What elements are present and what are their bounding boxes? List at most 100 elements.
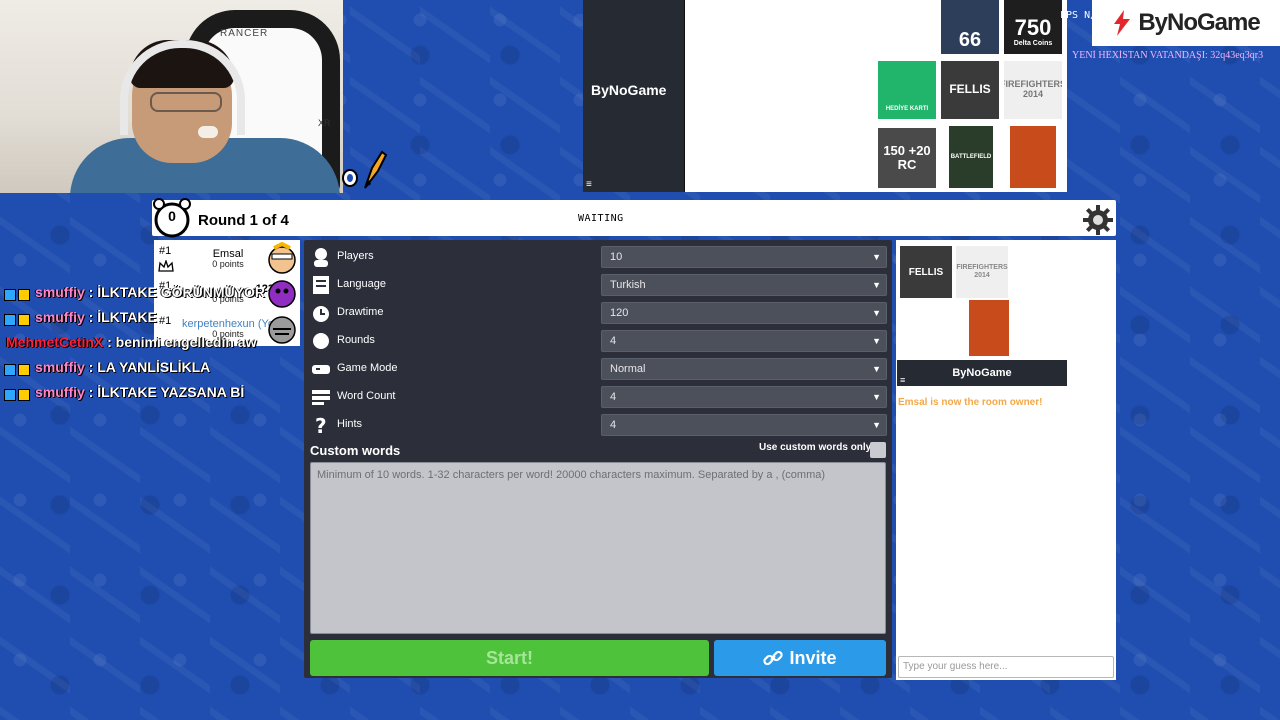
drawtime-select[interactable]: 120 ▼ [601, 302, 887, 324]
chat-username: smuffiy [35, 359, 85, 375]
ad-tile-battlefield[interactable]: BATTLEFIELD [949, 126, 993, 188]
round-indicator: Round 1 of 4 [198, 212, 289, 229]
setting-label: Word Count [337, 390, 396, 402]
prime-badge-icon [4, 288, 16, 301]
custom-words-only-checkbox[interactable] [870, 442, 886, 458]
ad-tile-gift-card[interactable]: HEDİYE KARTI [878, 61, 936, 119]
link-icon [763, 650, 784, 666]
crown-icon [158, 260, 174, 272]
timer-value: 0 [168, 208, 176, 224]
word-icon [312, 390, 330, 405]
select-value: Normal [610, 363, 646, 375]
avatar [268, 316, 296, 344]
ad-tile-diamond[interactable]: 66 [941, 0, 999, 54]
setting-label: Players [337, 250, 374, 262]
players-select[interactable]: 10 ▼ [601, 246, 887, 268]
select-value: 4 [610, 419, 617, 431]
person-icon [314, 248, 328, 267]
ad-tile-label: HEDİYE KARTI [885, 106, 929, 113]
crown-badge-icon [18, 388, 30, 401]
ad-tile-borderlands[interactable] [1010, 126, 1056, 188]
chat-username: smuffiy [35, 384, 85, 400]
setting-label: Game Mode [337, 362, 398, 374]
svg-text:?: ? [315, 414, 327, 436]
chair-model: XR [318, 118, 331, 128]
chevron-down-icon: ▼ [872, 392, 881, 402]
custom-words-title: Custom words [310, 443, 401, 458]
select-value: 4 [610, 335, 617, 347]
setting-label: Rounds [337, 334, 375, 346]
chat-username: smuffiy [35, 309, 85, 325]
invite-button[interactable]: Invite [714, 640, 886, 676]
crown-badge-icon [18, 313, 30, 326]
ad-tile-fellis[interactable]: FELLIS [900, 246, 952, 298]
player-rank: #1 [159, 245, 172, 257]
prime-badge-icon [4, 363, 16, 376]
chat-text: : LA YANLİSLİKLA [84, 359, 211, 375]
ad-tile-firefighters[interactable]: FIREFIGHTERS 2014 [956, 246, 1008, 298]
badges [4, 285, 32, 301]
player-rank: #1 [159, 315, 172, 327]
hints-select[interactable]: 4 ▼ [601, 414, 887, 436]
ad-tile-sub: Delta Coins [1013, 40, 1053, 48]
ad-tile-delta-coins[interactable]: 750 Delta Coins [1004, 0, 1062, 54]
side-ad-menu-icon[interactable]: ≡ [900, 375, 905, 385]
avatar [268, 242, 296, 274]
chevron-down-icon: ▼ [872, 420, 881, 430]
setting-label: Language [337, 278, 386, 290]
start-button[interactable]: Start! [310, 640, 709, 676]
question-icon: ? [315, 414, 327, 436]
brand-name: ByNoGame [1138, 9, 1260, 36]
ad-tile-gravity-island[interactable] [1012, 246, 1064, 298]
ad-product-grid[interactable]: 66 750Delta Coins HEDİYE KARTI FELLIS FI… [877, 0, 1067, 192]
chat-text: : İLKTAKE YAZSANA Bİ [84, 384, 245, 400]
system-message: Emsal is now the room owner! [898, 397, 1043, 408]
alarm-clock-icon: 0 [150, 196, 194, 240]
ad-tile-fellis[interactable]: FELLIS [941, 61, 999, 119]
ad-tile-label: FIREFIGHTERS 2014 [1004, 79, 1062, 99]
clock-icon [313, 306, 329, 322]
player-row[interactable]: #1 Emsal 0 points [154, 240, 300, 275]
language-select[interactable]: Turkish ▼ [601, 274, 887, 296]
select-value: 4 [610, 391, 617, 403]
setting-label: Hints [337, 418, 363, 430]
badges [4, 310, 32, 326]
guess-input[interactable]: Type your guess here... [898, 656, 1114, 678]
avatar [268, 280, 296, 308]
ad-tile-label: FELLIS [908, 266, 944, 278]
pencil-icon [342, 150, 388, 189]
chevron-down-icon: ▼ [872, 280, 881, 290]
ad-menu-icon[interactable]: ≡ [586, 179, 592, 190]
gear-icon[interactable] [1082, 204, 1114, 236]
setting-rounds: Rounds 4 ▼ [310, 329, 888, 353]
chevron-down-icon: ▼ [872, 252, 881, 262]
ad-tile-label: FELLIS [949, 82, 991, 97]
ad-tile-ocean[interactable] [900, 302, 952, 354]
stream-ticker: YENİ HEXİSTAN VATANDAŞI: 32q43eq3qr3 [1072, 50, 1264, 61]
custom-words-only-label: Use custom words only [759, 442, 872, 453]
chevron-down-icon: ▼ [872, 364, 881, 374]
rounds-select[interactable]: 4 ▼ [601, 330, 887, 352]
ad-tile-unturned[interactable]: 150 +20 RC [878, 128, 936, 188]
chat-message: smuffiy : LA YANLİSLİKLA [4, 359, 210, 376]
prime-badge-icon [4, 388, 16, 401]
select-value: 120 [610, 307, 629, 319]
custom-words-textarea[interactable]: Minimum of 10 words. 1-32 characters per… [310, 462, 886, 634]
ad-tile-firefighters[interactable]: FIREFIGHTERS 2014 [1004, 61, 1062, 119]
bynogame-logo-icon [1114, 10, 1131, 36]
ad-tile-borderlands[interactable] [969, 300, 1009, 356]
chevron-down-icon: ▼ [872, 336, 881, 346]
setting-label: Drawtime [337, 306, 384, 318]
setting-word-count: Word Count 4 ▼ [310, 385, 888, 409]
prime-badge-icon [4, 313, 16, 326]
select-value: 10 [610, 251, 623, 263]
ad-blank-area [685, 0, 877, 192]
word-count-select[interactable]: 4 ▼ [601, 386, 887, 408]
ad-tile-label: FIREFIGHTERS 2014 [956, 264, 1008, 279]
chat-message: smuffiy : İLKTAKE YAZSANA Bİ [4, 384, 244, 401]
setting-language: Language Turkish ▼ [310, 273, 888, 297]
ad-banner-bynogame[interactable]: ByNoGame ≡ [583, 0, 685, 192]
chat-message: smuffiy : İLKTAKE GÖRÜNMÜYOR [4, 284, 265, 301]
game-mode-select[interactable]: Normal ▼ [601, 358, 887, 380]
chair-brand: RANCER [220, 28, 269, 39]
